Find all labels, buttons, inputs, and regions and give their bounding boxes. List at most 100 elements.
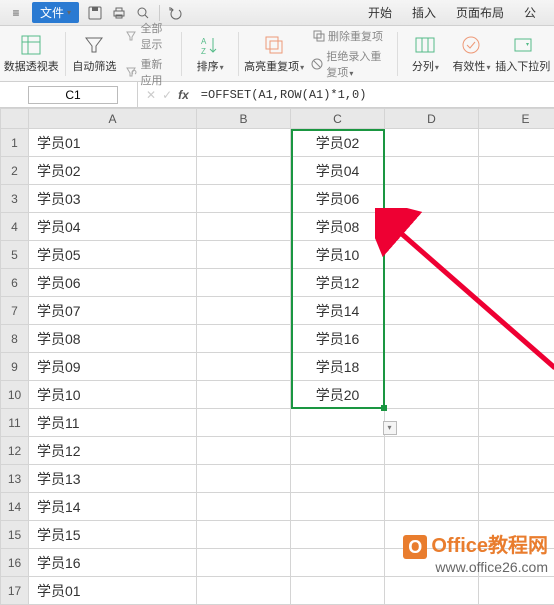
pivot-table-button[interactable]: 数据透视表 xyxy=(6,32,57,76)
row-header[interactable]: 14 xyxy=(1,493,29,521)
cell[interactable] xyxy=(385,129,479,157)
cell[interactable] xyxy=(291,409,385,437)
cell[interactable] xyxy=(479,129,554,157)
cell[interactable] xyxy=(479,241,554,269)
accept-icon[interactable]: ✓ xyxy=(162,88,172,102)
cell[interactable] xyxy=(479,269,554,297)
cell[interactable] xyxy=(385,213,479,241)
cell[interactable] xyxy=(385,241,479,269)
cell[interactable] xyxy=(385,325,479,353)
cell[interactable]: 学员07 xyxy=(29,297,197,325)
cell[interactable]: 学员05 xyxy=(29,241,197,269)
cell[interactable] xyxy=(197,577,291,605)
cell[interactable] xyxy=(197,381,291,409)
row-header[interactable]: 15 xyxy=(1,521,29,549)
cell[interactable] xyxy=(385,493,479,521)
row-header[interactable]: 3 xyxy=(1,185,29,213)
cell[interactable]: 学员12 xyxy=(291,269,385,297)
cell[interactable]: 学员06 xyxy=(291,185,385,213)
row-header[interactable]: 4 xyxy=(1,213,29,241)
cell[interactable]: 学员10 xyxy=(29,381,197,409)
cell[interactable] xyxy=(385,577,479,605)
col-header-e[interactable]: E xyxy=(479,109,554,129)
col-header-a[interactable]: A xyxy=(29,109,197,129)
row-header[interactable]: 5 xyxy=(1,241,29,269)
fx-icon[interactable]: fx xyxy=(178,88,189,102)
row-header[interactable]: 6 xyxy=(1,269,29,297)
cell[interactable]: 学员02 xyxy=(291,129,385,157)
cell[interactable] xyxy=(291,493,385,521)
cell[interactable] xyxy=(479,157,554,185)
cell[interactable]: 学员04 xyxy=(29,213,197,241)
row-header[interactable]: 2 xyxy=(1,157,29,185)
cell[interactable] xyxy=(291,437,385,465)
sort-button[interactable]: AZ 排序▾ xyxy=(190,32,230,76)
cell[interactable] xyxy=(197,185,291,213)
tab-start[interactable]: 开始 xyxy=(358,0,402,25)
cell[interactable]: 学员15 xyxy=(29,521,197,549)
cell[interactable] xyxy=(197,465,291,493)
cell[interactable] xyxy=(479,465,554,493)
cell[interactable]: 学员16 xyxy=(29,549,197,577)
cell[interactable] xyxy=(197,297,291,325)
cell[interactable]: 学员01 xyxy=(29,129,197,157)
cell[interactable] xyxy=(291,465,385,493)
file-menu[interactable]: 文件 ▾ xyxy=(32,2,79,23)
cell[interactable] xyxy=(197,521,291,549)
cell[interactable]: 学员08 xyxy=(291,213,385,241)
cell[interactable] xyxy=(385,465,479,493)
cell[interactable] xyxy=(479,185,554,213)
cell[interactable] xyxy=(479,437,554,465)
cancel-icon[interactable]: ✕ xyxy=(146,88,156,102)
autofill-options-button[interactable]: ▾ xyxy=(383,421,397,435)
row-header[interactable]: 13 xyxy=(1,465,29,493)
cell[interactable] xyxy=(197,325,291,353)
cell[interactable] xyxy=(479,493,554,521)
cell[interactable] xyxy=(479,381,554,409)
row-header[interactable]: 7 xyxy=(1,297,29,325)
cell[interactable] xyxy=(479,353,554,381)
cell[interactable] xyxy=(291,521,385,549)
cell[interactable]: 学员08 xyxy=(29,325,197,353)
cell[interactable] xyxy=(385,185,479,213)
tab-insert[interactable]: 插入 xyxy=(402,0,446,25)
cell[interactable] xyxy=(197,269,291,297)
highlight-dup-button[interactable]: 高亮重复项▾ xyxy=(247,32,301,76)
cell[interactable]: 学员01 xyxy=(29,577,197,605)
cell[interactable] xyxy=(479,577,554,605)
row-header[interactable]: 1 xyxy=(1,129,29,157)
menu-icon[interactable]: ≡ xyxy=(8,5,24,21)
col-header-b[interactable]: B xyxy=(197,109,291,129)
cell[interactable]: 学员16 xyxy=(291,325,385,353)
cell[interactable] xyxy=(385,157,479,185)
cell[interactable]: 学员13 xyxy=(29,465,197,493)
row-header[interactable]: 9 xyxy=(1,353,29,381)
cell[interactable]: 学员18 xyxy=(291,353,385,381)
cell[interactable] xyxy=(479,213,554,241)
cell[interactable] xyxy=(291,549,385,577)
cell[interactable] xyxy=(197,157,291,185)
showall-button[interactable]: 全部显示 xyxy=(121,19,173,53)
cell[interactable] xyxy=(385,437,479,465)
cell[interactable] xyxy=(385,297,479,325)
col-header-c[interactable]: C xyxy=(291,109,385,129)
cell[interactable]: 学员10 xyxy=(291,241,385,269)
cell[interactable] xyxy=(197,493,291,521)
cell[interactable]: 学员11 xyxy=(29,409,197,437)
autofilter-button[interactable]: 自动筛选 xyxy=(73,32,115,76)
row-header[interactable]: 17 xyxy=(1,577,29,605)
row-header[interactable]: 12 xyxy=(1,437,29,465)
cell[interactable] xyxy=(291,577,385,605)
cell[interactable] xyxy=(479,297,554,325)
tab-pagelayout[interactable]: 页面布局 xyxy=(446,0,514,25)
save-icon[interactable] xyxy=(87,5,103,21)
select-all-corner[interactable] xyxy=(1,109,29,129)
tab-formula[interactable]: 公 xyxy=(514,0,546,25)
cell[interactable] xyxy=(197,129,291,157)
cell[interactable] xyxy=(197,409,291,437)
cell[interactable] xyxy=(385,409,479,437)
reject-dup-button[interactable]: 拒绝录入重复项▾ xyxy=(307,47,388,81)
name-box[interactable]: C1 xyxy=(28,86,118,104)
cell[interactable]: 学员02 xyxy=(29,157,197,185)
row-header[interactable]: 10 xyxy=(1,381,29,409)
